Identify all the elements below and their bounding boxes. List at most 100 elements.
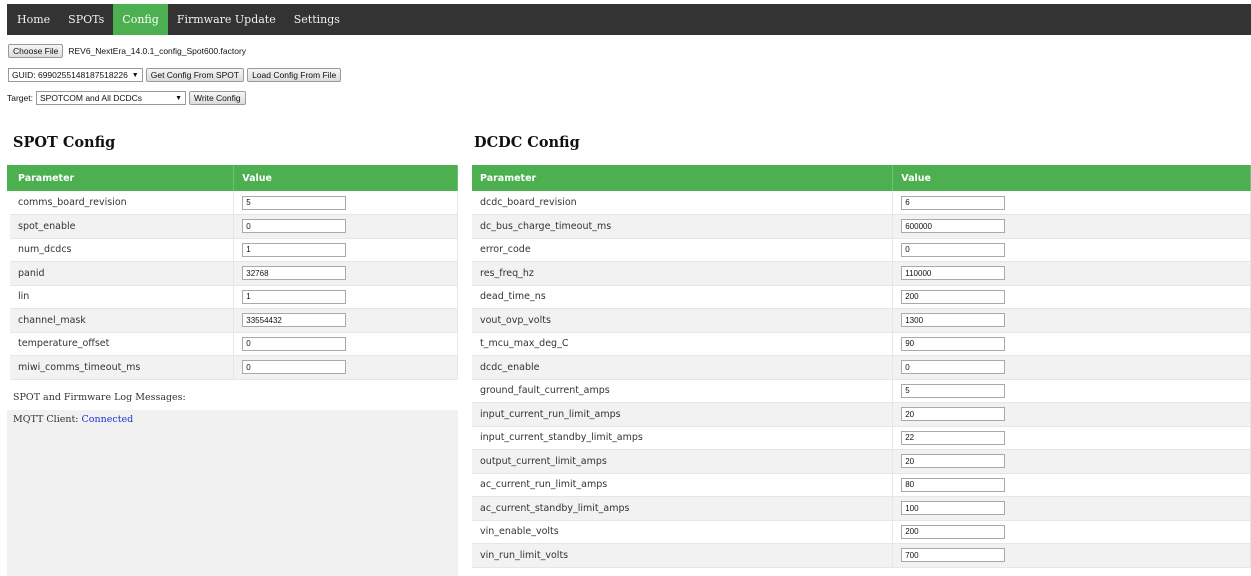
- spot-config-value-cell: [233, 261, 458, 286]
- spot-config-value-cell: [233, 332, 458, 356]
- spot-config-param-name: miwi_comms_timeout_ms: [10, 355, 235, 380]
- dcdc-config-value-input[interactable]: [901, 266, 1006, 281]
- dcdc-config-value-cell: [892, 426, 1251, 450]
- spot-config-row: lin: [10, 285, 458, 309]
- dcdc-config-value-cell: [892, 449, 1251, 474]
- spot-config-param-name: spot_enable: [10, 214, 235, 239]
- dcdc-config-param-name: dcdc_board_revision: [472, 191, 894, 215]
- dcdc-config-value-input[interactable]: [901, 336, 1006, 351]
- spot-config-row: temperature_offset: [10, 332, 458, 356]
- spot-config-value-cell: [233, 285, 458, 309]
- dcdc-config-row: dcdc_board_revision: [472, 191, 1251, 215]
- dcdc-config-param-name: input_current_standby_limit_amps: [472, 426, 894, 450]
- dcdc-config-value-input[interactable]: [901, 219, 1006, 234]
- mqtt-client-label: MQTT Client:: [13, 414, 79, 425]
- dcdc-config-value-input[interactable]: [901, 477, 1006, 492]
- dcdc-config-value-input[interactable]: [901, 524, 1006, 539]
- nav-firmware-update[interactable]: Firmware Update: [168, 4, 285, 35]
- choose-file-button[interactable]: Choose File: [8, 44, 64, 58]
- dcdc-config-table: Parameter Value dcdc_board_revisiondc_bu…: [472, 165, 1251, 568]
- mqtt-status-value: Connected: [81, 414, 134, 425]
- dcdc-header-value: Value: [892, 165, 1251, 191]
- spot-config-row: num_dcdcs: [10, 238, 458, 262]
- dcdc-config-value-input[interactable]: [901, 360, 1006, 375]
- nav-settings[interactable]: Settings: [285, 4, 349, 35]
- dcdc-config-param-name: vout_ovp_volts: [472, 308, 894, 333]
- top-nav: Home SPOTs Config Firmware Update Settin…: [7, 4, 1251, 35]
- spot-config-value-cell: [233, 191, 458, 215]
- spot-config-row: channel_mask: [10, 308, 458, 333]
- nav-config[interactable]: Config: [113, 4, 168, 35]
- dcdc-config-row: dc_bus_charge_timeout_ms: [472, 214, 1251, 239]
- dcdc-config-value-input[interactable]: [901, 289, 1006, 304]
- target-row: Target: SPOTCOM and All DCDCs ▼ Write Co…: [7, 91, 246, 105]
- spot-config-value-cell: [233, 238, 458, 262]
- get-config-from-spot-button[interactable]: Get Config From SPOT: [145, 68, 245, 82]
- dcdc-config-value-cell: [892, 308, 1251, 333]
- spot-config-param-name: channel_mask: [10, 308, 235, 333]
- spot-config-value-input[interactable]: [242, 360, 347, 375]
- dcdc-config-value-cell: [892, 402, 1251, 427]
- spot-config-param-name: comms_board_revision: [10, 191, 235, 215]
- dcdc-config-value-input[interactable]: [901, 242, 1006, 257]
- dcdc-config-row: vin_run_limit_volts: [472, 543, 1251, 568]
- dcdc-header-parameter: Parameter: [472, 165, 894, 191]
- dcdc-config-param-name: error_code: [472, 238, 894, 262]
- guid-select-value: GUID: 6990255148187518226: [12, 70, 128, 80]
- spot-config-value-input[interactable]: [242, 195, 347, 210]
- spot-config-value-input[interactable]: [242, 219, 347, 234]
- dcdc-config-row: ground_fault_current_amps: [472, 379, 1251, 403]
- spot-config-param-name: num_dcdcs: [10, 238, 235, 262]
- dcdc-config-value-cell: [892, 191, 1251, 215]
- target-select-value: SPOTCOM and All DCDCs: [40, 93, 143, 103]
- target-select[interactable]: SPOTCOM and All DCDCs ▼: [36, 91, 186, 105]
- log-messages-area: [7, 410, 458, 576]
- guid-row: GUID: 6990255148187518226 ▼ Get Config F…: [8, 68, 342, 82]
- dcdc-config-param-name: dc_bus_charge_timeout_ms: [472, 214, 894, 239]
- dcdc-config-value-input[interactable]: [901, 454, 1006, 469]
- dcdc-config-param-name: ac_current_run_limit_amps: [472, 473, 894, 497]
- dcdc-config-param-name: input_current_run_limit_amps: [472, 402, 894, 427]
- spot-config-row: miwi_comms_timeout_ms: [10, 355, 458, 380]
- dcdc-config-value-input[interactable]: [901, 313, 1006, 328]
- spot-config-value-input[interactable]: [242, 289, 347, 304]
- dcdc-config-value-input[interactable]: [901, 430, 1006, 445]
- file-row: Choose File REV6_NextEra_14.0.1_config_S…: [8, 44, 246, 58]
- guid-select[interactable]: GUID: 6990255148187518226 ▼: [8, 68, 143, 82]
- dcdc-config-value-input[interactable]: [901, 501, 1006, 516]
- spot-config-value-input[interactable]: [242, 313, 347, 328]
- dcdc-config-value-cell: [892, 285, 1251, 309]
- spot-config-row: comms_board_revision: [10, 191, 458, 215]
- write-config-button[interactable]: Write Config: [189, 91, 246, 105]
- dcdc-config-value-input[interactable]: [901, 407, 1006, 422]
- spot-config-value-cell: [233, 214, 458, 239]
- dcdc-config-value-cell: [892, 543, 1251, 568]
- load-config-from-file-button[interactable]: Load Config From File: [247, 68, 342, 82]
- dcdc-config-value-cell: [892, 332, 1251, 356]
- dcdc-config-param-name: vin_run_limit_volts: [472, 543, 894, 568]
- spot-config-value-input[interactable]: [242, 242, 347, 257]
- spot-config-value-input[interactable]: [242, 266, 347, 281]
- dcdc-config-value-input[interactable]: [901, 383, 1006, 398]
- dcdc-config-param-name: output_current_limit_amps: [472, 449, 894, 474]
- dcdc-config-value-input[interactable]: [901, 548, 1006, 563]
- dcdc-config-value-cell: [892, 261, 1251, 286]
- dcdc-config-value-cell: [892, 379, 1251, 403]
- dcdc-config-value-input[interactable]: [901, 195, 1006, 210]
- dcdc-config-row: vout_ovp_volts: [472, 308, 1251, 333]
- dcdc-config-row: ac_current_run_limit_amps: [472, 473, 1251, 497]
- dcdc-config-value-cell: [892, 214, 1251, 239]
- spot-config-value-cell: [233, 308, 458, 333]
- nav-home[interactable]: Home: [7, 4, 59, 35]
- dcdc-config-param-name: res_freq_hz: [472, 261, 894, 286]
- dcdc-config-param-name: ground_fault_current_amps: [472, 379, 894, 403]
- spot-config-param-name: temperature_offset: [10, 332, 235, 356]
- spot-header-value: Value: [233, 165, 458, 191]
- nav-spots[interactable]: SPOTs: [59, 4, 113, 35]
- spot-config-value-input[interactable]: [242, 336, 347, 351]
- dcdc-config-row: res_freq_hz: [472, 261, 1251, 286]
- dcdc-config-row: output_current_limit_amps: [472, 449, 1251, 474]
- spot-config-row: panid: [10, 261, 458, 286]
- dcdc-config-row: error_code: [472, 238, 1251, 262]
- dcdc-config-title: DCDC Config: [474, 134, 580, 151]
